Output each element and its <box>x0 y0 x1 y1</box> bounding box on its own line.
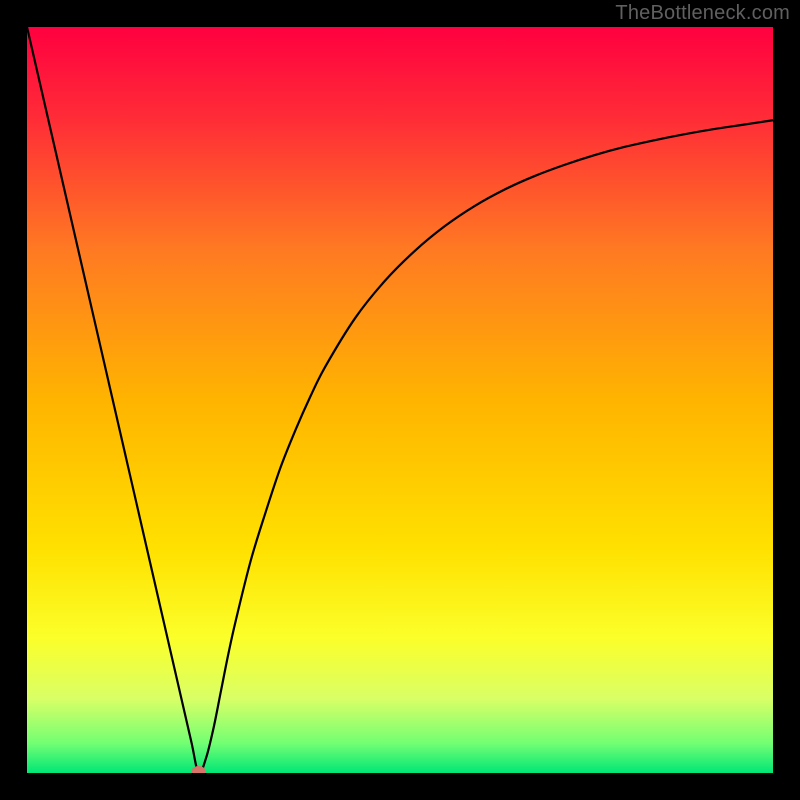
chart-frame: TheBottleneck.com <box>0 0 800 800</box>
bottleneck-chart <box>27 27 773 773</box>
attribution-label: TheBottleneck.com <box>615 2 790 25</box>
